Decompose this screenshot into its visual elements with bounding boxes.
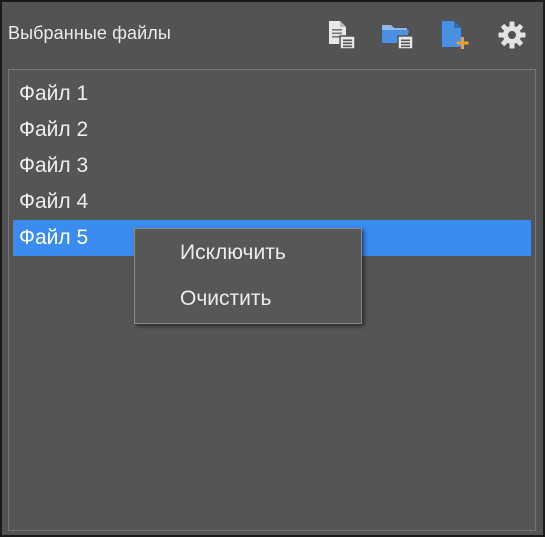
panel-header: Выбранные файлы <box>2 2 543 62</box>
file-list-icon <box>329 21 356 50</box>
panel-title: Выбранные файлы <box>8 23 171 43</box>
list-item[interactable]: Файл 4 <box>13 184 531 220</box>
context-menu: Исключить Очистить <box>134 228 362 324</box>
list-item[interactable]: Файл 1 <box>13 76 531 112</box>
file-list-button[interactable] <box>320 16 360 54</box>
add-file-button[interactable] <box>434 16 474 54</box>
folder-list-button[interactable] <box>378 16 418 54</box>
list-item[interactable]: Файл 2 <box>13 112 531 148</box>
menu-item-exclude[interactable]: Исключить <box>136 231 360 275</box>
add-file-icon <box>442 21 469 49</box>
settings-button[interactable] <box>492 16 532 54</box>
gear-icon <box>498 21 526 49</box>
folder-list-icon <box>382 25 414 50</box>
menu-item-clear[interactable]: Очистить <box>136 277 360 321</box>
list-item[interactable]: Файл 3 <box>13 148 531 184</box>
selected-files-panel: Выбранные файлы Файл 1 Файл 2 Файл 3 Фай… <box>0 0 545 537</box>
